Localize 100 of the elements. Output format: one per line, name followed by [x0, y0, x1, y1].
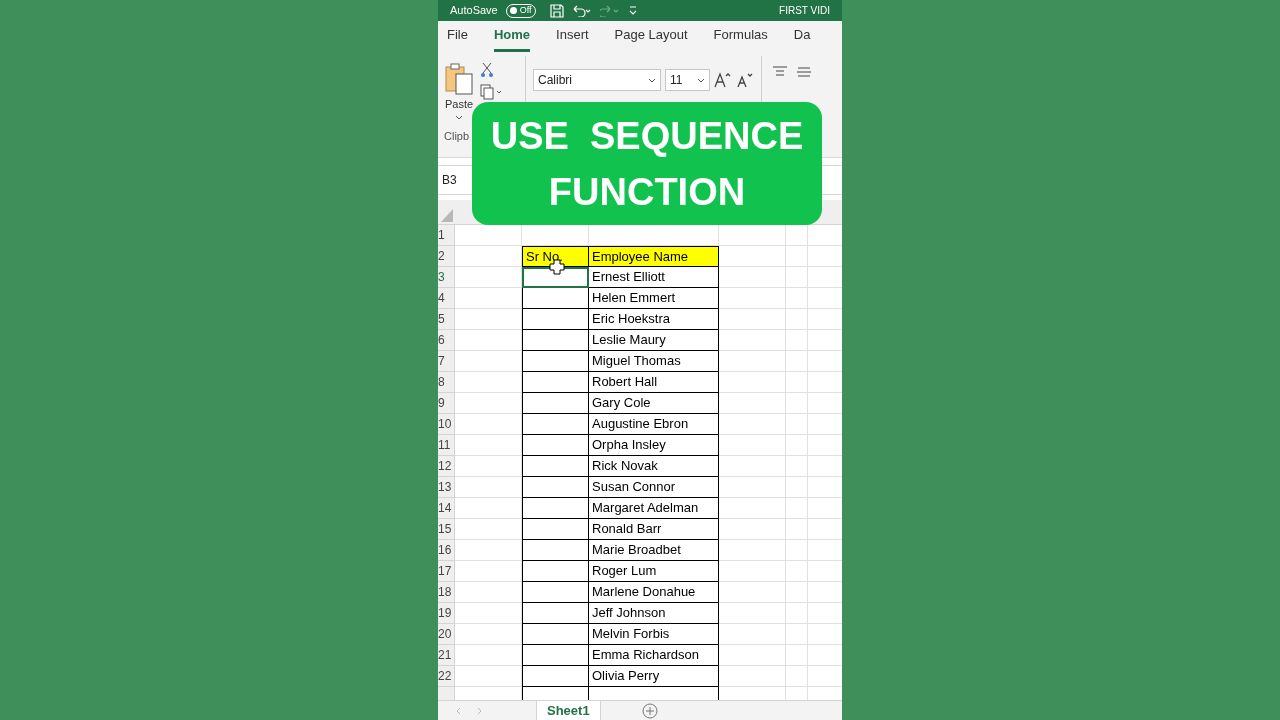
undo-icon[interactable] [571, 4, 592, 17]
empty-cell [786, 435, 808, 456]
sheet-tab[interactable]: Sheet1 [536, 701, 601, 720]
table-cell: Eric Hoekstra [589, 309, 719, 330]
empty-cell [719, 624, 786, 645]
row-number: 15 [438, 519, 455, 540]
caret-icon[interactable] [455, 114, 463, 120]
empty-cell [786, 309, 808, 330]
table-cell: Marie Broadbet [589, 540, 719, 561]
empty-cell [719, 435, 786, 456]
empty-cell [719, 309, 786, 330]
empty-cell [786, 351, 808, 372]
cursor-icon [549, 259, 565, 275]
ribbon-tab[interactable]: Formulas [713, 24, 768, 52]
ribbon-tab[interactable]: File [447, 24, 468, 52]
row-number: 21 [438, 645, 455, 666]
empty-cell [719, 561, 786, 582]
row-number: 18 [438, 582, 455, 603]
table-cell: Orpha Insley [589, 435, 719, 456]
empty-cell [719, 603, 786, 624]
empty-cell [786, 582, 808, 603]
empty-cell [719, 414, 786, 435]
decrease-font-icon[interactable] [736, 72, 754, 88]
empty-cell [786, 456, 808, 477]
ribbon-tab[interactable]: Da [793, 24, 811, 52]
banner-text: USE SEQUENCE [490, 113, 804, 159]
table-cell: Augustine Ebron [589, 414, 719, 435]
row-number: 19 [438, 603, 455, 624]
row-number: 3 [438, 267, 455, 288]
row-number: 14 [438, 498, 455, 519]
table-cell: Rick Novak [589, 456, 719, 477]
row-number: 13 [438, 477, 455, 498]
increase-font-icon[interactable] [714, 72, 732, 88]
row-number: 16 [438, 540, 455, 561]
empty-cell [719, 288, 786, 309]
save-icon[interactable] [549, 3, 564, 18]
caret-icon[interactable] [648, 77, 656, 83]
align-top-icon[interactable] [772, 66, 788, 78]
empty-cell [786, 561, 808, 582]
row-number: 1 [438, 225, 455, 246]
align-middle-icon[interactable] [796, 66, 812, 78]
empty-cell [719, 582, 786, 603]
empty-cell [786, 624, 808, 645]
empty-cell [786, 603, 808, 624]
row-number: 11 [438, 435, 455, 456]
row-number: 5 [438, 309, 455, 330]
font-size-field[interactable]: 11 [665, 69, 710, 91]
empty-cell [786, 372, 808, 393]
empty-cell [786, 414, 808, 435]
table-cell: Ronald Barr [589, 519, 719, 540]
document-title: FIRST VIDI [779, 4, 830, 18]
empty-cell [719, 666, 786, 687]
caret-icon[interactable] [697, 77, 705, 83]
add-sheet-icon[interactable] [640, 701, 659, 720]
table-cell: Leslie Maury [589, 330, 719, 351]
empty-cell [719, 498, 786, 519]
table-cell: Olivia Perry [589, 666, 719, 687]
row-number: 2 [438, 246, 455, 267]
empty-cell [786, 519, 808, 540]
row-number: 22 [438, 666, 455, 687]
row-number: 7 [438, 351, 455, 372]
paste-icon[interactable] [444, 62, 474, 96]
row-number: 17 [438, 561, 455, 582]
table-cell: Emma Richardson [589, 645, 719, 666]
empty-cell [719, 351, 786, 372]
empty-cell [786, 645, 808, 666]
empty-cell [719, 372, 786, 393]
empty-cell [786, 540, 808, 561]
row-number: 4 [438, 288, 455, 309]
empty-cell [786, 288, 808, 309]
empty-cell [719, 393, 786, 414]
font-field[interactable]: Calibri [533, 69, 661, 91]
empty-cell [786, 330, 808, 351]
row-number: 12 [438, 456, 455, 477]
empty-cell [786, 477, 808, 498]
table-cell: Margaret Adelman [589, 498, 719, 519]
table-cell: Jeff Johnson [589, 603, 719, 624]
row-number: 6 [438, 330, 455, 351]
empty-cell [719, 645, 786, 666]
copy-icon[interactable] [480, 84, 504, 100]
customize-icon[interactable] [627, 4, 638, 17]
empty-cell [719, 267, 786, 288]
ribbon-tab[interactable]: Page Layout [614, 24, 688, 52]
name-box[interactable]: B3 [438, 166, 468, 194]
empty-cell [719, 456, 786, 477]
table-cell: Helen Emmert [589, 288, 719, 309]
autosave-label: AutoSave [450, 3, 498, 19]
row-number: 20 [438, 624, 455, 645]
cut-icon[interactable] [480, 62, 494, 78]
row-number: 9 [438, 393, 455, 414]
empty-cell [786, 267, 808, 288]
table-cell: Employee Name [589, 246, 719, 267]
empty-cell [786, 666, 808, 687]
empty-cell [719, 540, 786, 561]
banner-text: FUNCTION [548, 169, 746, 215]
table-cell: Gary Cole [589, 393, 719, 414]
ribbon-tab[interactable]: Insert [556, 24, 589, 52]
empty-cell [719, 519, 786, 540]
table-cell: Miguel Thomas [589, 351, 719, 372]
table-cell: Ernest Elliott [589, 267, 719, 288]
